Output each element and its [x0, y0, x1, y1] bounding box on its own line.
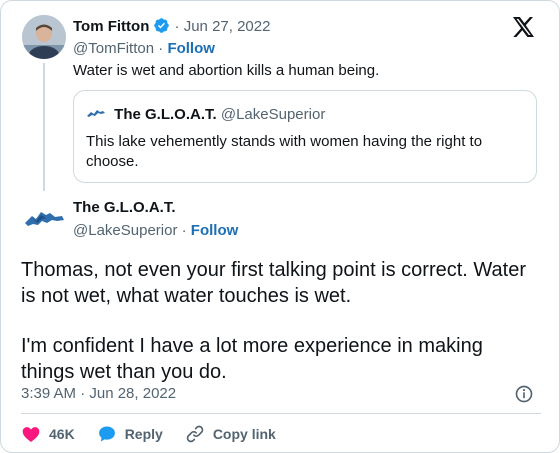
tweet-date[interactable]: Jun 27, 2022 — [184, 18, 271, 35]
parent-tweet-text: Water is wet and abortion kills a human … — [73, 62, 380, 79]
quoted-tweet-text: This lake vehemently stands with women h… — [86, 133, 483, 170]
parent-header: Tom Fitton · Jun 27, 2022 — [73, 17, 270, 37]
quoted-tweet-header: The G.L.O.A.T. @LakeSuperior — [86, 103, 325, 125]
lake-logo-icon — [87, 110, 105, 117]
divider — [21, 413, 541, 414]
separator: · — [174, 18, 180, 35]
separator: · — [181, 222, 187, 239]
quoted-tweet[interactable]: The G.L.O.A.T. @LakeSuperior This lake v… — [73, 90, 537, 183]
avatar-image — [22, 15, 66, 59]
tweet-paragraph: I'm confident I have a lot more experien… — [21, 335, 483, 383]
separator: · — [158, 40, 164, 57]
like-count: 46K — [49, 426, 75, 442]
parent-handle-line: @TomFitton · Follow — [73, 39, 215, 59]
copy-link-button[interactable]: Copy link — [185, 424, 276, 444]
action-bar: 46K Reply Copy link — [21, 423, 298, 445]
link-icon — [186, 425, 204, 443]
avatar[interactable] — [22, 197, 66, 241]
main-author-handle[interactable]: @LakeSuperior — [73, 222, 177, 239]
reply-bubble-icon — [98, 426, 115, 442]
like-button[interactable]: 46K — [21, 424, 75, 444]
verified-badge-icon — [154, 18, 170, 33]
tweet-timestamp[interactable]: 3:39 AM · Jun 28, 2022 — [21, 384, 176, 404]
tweet-embed-card: Tom Fitton · Jun 27, 2022 @TomFitton · F… — [0, 0, 560, 453]
thread-line — [43, 63, 45, 191]
copy-link-label: Copy link — [212, 426, 276, 442]
author-name[interactable]: Tom Fitton — [73, 18, 149, 35]
avatar[interactable] — [22, 15, 66, 59]
follow-button[interactable]: Follow — [167, 40, 215, 57]
main-handle-line: @LakeSuperior · Follow — [73, 221, 238, 241]
main-author-name[interactable]: The G.L.O.A.T. — [73, 198, 176, 218]
main-tweet-text: Thomas, not even your first talking poin… — [21, 257, 541, 385]
quoted-author-handle: @LakeSuperior — [220, 106, 326, 123]
reply-label: Reply — [124, 426, 163, 442]
author-handle[interactable]: @TomFitton — [73, 40, 154, 57]
follow-button[interactable]: Follow — [191, 222, 239, 239]
heart-icon — [22, 427, 40, 442]
info-icon[interactable] — [514, 384, 534, 404]
reply-button[interactable]: Reply — [97, 424, 163, 444]
x-logo-icon[interactable] — [511, 15, 535, 39]
quoted-author-name: The G.L.O.A.T. — [114, 106, 217, 123]
tweet-paragraph: Thomas, not even your first talking poin… — [21, 259, 527, 307]
